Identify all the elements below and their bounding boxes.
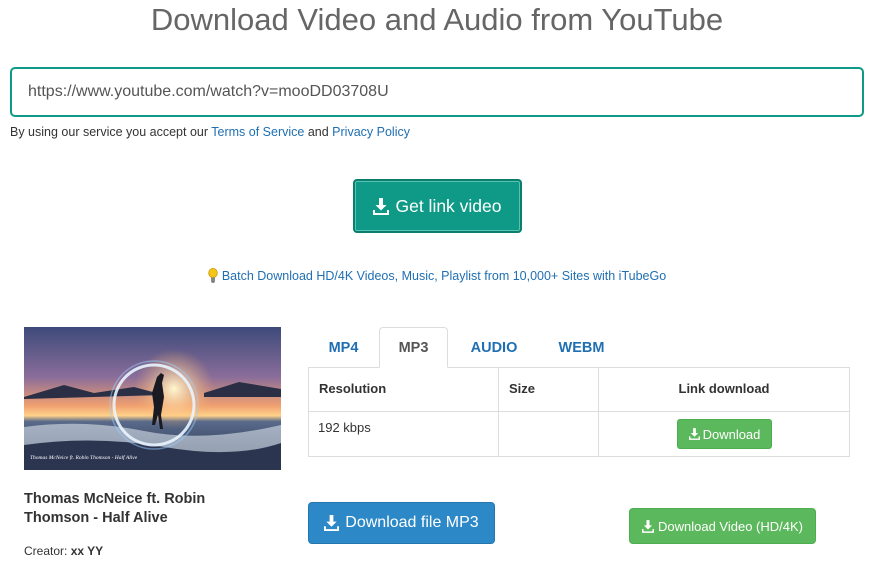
creator-name: xx YY	[70, 544, 104, 558]
cell-resolution: 192 kbps	[318, 420, 371, 435]
download-icon	[324, 515, 340, 531]
thumbnail-caption: Thomas McNeice ft. Robin Thomson - Half …	[30, 454, 138, 461]
terms-of-service-link[interactable]: Terms of Service	[211, 125, 304, 139]
get-link-label: Get link video	[395, 195, 502, 216]
column-header-resolution: Resolution	[319, 381, 387, 396]
download-mp3-label: Download file MP3	[345, 514, 479, 531]
download-video-hd-label: Download Video (HD/4K)	[658, 518, 803, 534]
table-divider	[309, 411, 849, 412]
url-input[interactable]	[10, 67, 864, 117]
video-thumbnail[interactable]: Thomas McNeice ft. Robin Thomson - Half …	[24, 327, 281, 470]
download-video-hd-button[interactable]: Download Video (HD/4K)	[629, 508, 816, 544]
tab-audio[interactable]: AUDIO	[448, 327, 540, 368]
column-header-size: Size	[509, 381, 536, 396]
download-icon	[688, 428, 700, 440]
video-title: Thomas McNeice ft. Robin Thomson - Half …	[24, 491, 206, 526]
row-download-label: Download	[702, 426, 761, 442]
table-divider	[498, 368, 499, 456]
download-icon	[373, 197, 390, 215]
format-tabs: MP4 MP3 AUDIO WEBM	[308, 327, 850, 368]
batch-download-promo: Batch Download HD/4K Videos, Music, Play…	[0, 268, 874, 283]
download-mp3-button[interactable]: Download file MP3	[308, 502, 495, 544]
creator-info: Creator: xx YY	[24, 544, 103, 558]
creator-label: Creator:	[24, 544, 71, 558]
tab-webm[interactable]: WEBM	[540, 327, 623, 368]
lightbulb-icon	[208, 268, 218, 283]
get-link-button[interactable]: Get link video	[353, 179, 522, 233]
terms-prefix: By using our service you accept our	[10, 125, 212, 139]
privacy-policy-link[interactable]: Privacy Policy	[332, 125, 410, 139]
download-icon	[642, 519, 654, 533]
tab-mp3[interactable]: MP3	[379, 327, 448, 368]
row-download-button[interactable]: Download	[677, 419, 772, 449]
terms-notice: By using our service you accept our Term…	[10, 125, 410, 139]
download-table: Resolution Size Link download 192 kbps D…	[308, 367, 850, 457]
terms-and: and	[304, 125, 333, 139]
batch-download-link[interactable]: Batch Download HD/4K Videos, Music, Play…	[222, 269, 666, 283]
page-title: Download Video and Audio from YouTube	[150, 2, 724, 37]
column-header-link-download: Link download	[678, 381, 770, 396]
tab-mp4[interactable]: MP4	[308, 327, 379, 368]
